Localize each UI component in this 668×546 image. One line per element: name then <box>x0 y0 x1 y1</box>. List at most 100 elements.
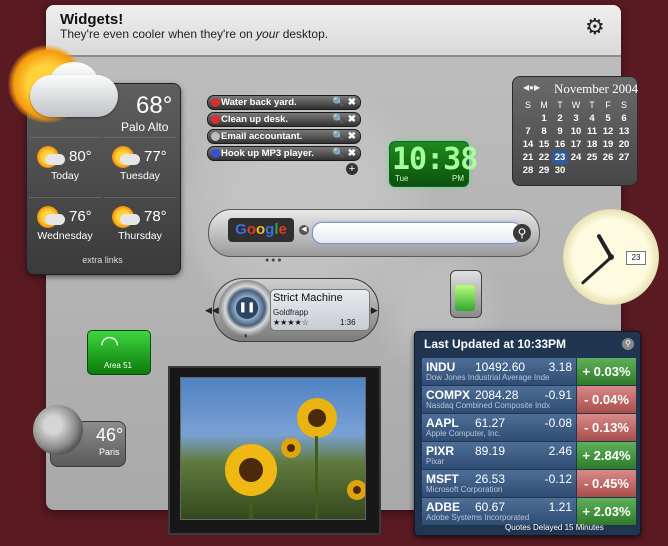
search-options-arrow[interactable]: ◀ <box>299 225 309 235</box>
calendar-day[interactable]: 24 <box>568 151 584 164</box>
stock-percent[interactable]: + 0.03% <box>577 358 636 385</box>
stock-row[interactable]: AAPL 61.27 -0.08 Apple Computer, Inc. - 0.13… <box>422 414 636 441</box>
calendar-day[interactable]: 26 <box>600 151 616 164</box>
todo-controls[interactable]: 🔍 ✖ <box>332 147 356 160</box>
stock-company: Apple Computer, Inc. <box>426 429 501 438</box>
stock-price: 10492.60 <box>475 360 526 374</box>
minute-hand <box>580 255 613 285</box>
calendar-day[interactable]: 29 <box>536 164 552 177</box>
todo-controls[interactable]: 🔍 ✖ <box>332 130 356 143</box>
calendar-day[interactable]: 7 <box>520 125 536 138</box>
search-icon[interactable]: ⚲ <box>622 338 634 350</box>
cloud-icon <box>30 75 118 117</box>
calendar-day[interactable]: 22 <box>536 151 552 164</box>
calendar-day[interactable]: 3 <box>568 112 584 125</box>
calendar-day[interactable]: 4 <box>584 112 600 125</box>
forecast-temp: 80° <box>69 148 92 165</box>
stock-row[interactable]: INDU 10492.60 3.18 Dow Jones Industrial Ave… <box>422 358 636 385</box>
stock-change: 3.18 <box>548 360 572 374</box>
calendar-day[interactable]: 23 <box>552 151 568 164</box>
calendar-day <box>616 164 632 177</box>
priority-dot <box>211 115 220 124</box>
calendar-day[interactable]: 21 <box>520 151 536 164</box>
priority-dot <box>211 149 220 158</box>
page-title: Widgets! <box>60 11 124 28</box>
calendar-day[interactable]: 28 <box>520 164 536 177</box>
todo-item[interactable]: Water back yard. 🔍 ✖ <box>207 95 361 110</box>
weekday-label: S <box>524 100 531 110</box>
gear-icon[interactable]: ⚙ <box>585 16 605 38</box>
track-rating[interactable]: ★★★★☆ <box>273 318 309 327</box>
calendar-day <box>568 164 584 177</box>
weekday-label: W <box>571 100 581 110</box>
calendar-day[interactable]: 16 <box>552 138 568 151</box>
volume-knob-icon[interactable]: ◐ <box>244 331 249 340</box>
calendar-day[interactable]: 20 <box>616 138 632 151</box>
subtitle-text-end: desktop. <box>279 27 329 41</box>
extra-links-link[interactable]: extra links <box>26 255 179 265</box>
forecast-day: 78° Thursday <box>104 197 176 256</box>
calendar-day[interactable]: 9 <box>552 125 568 138</box>
previous-track-button[interactable]: ◀◀ <box>205 305 219 316</box>
calendar-week-row: 14 15 16 17 18 19 20 <box>520 138 632 151</box>
weekday-label: F <box>605 100 611 110</box>
calendar-day[interactable]: 12 <box>600 125 616 138</box>
mini-weather-temp: 46° <box>96 425 124 445</box>
clock-date: 23 <box>626 251 646 265</box>
calendar-day[interactable]: 11 <box>584 125 600 138</box>
calendar-day[interactable]: 10 <box>568 125 584 138</box>
priority-dot <box>211 98 220 107</box>
calendar-day[interactable]: 27 <box>616 151 632 164</box>
calendar-day[interactable]: 18 <box>584 138 600 151</box>
stock-change: -0.91 <box>544 388 572 402</box>
calendar-grid: S M T W T F S 1 2 3 4 5 6 7 8 9 10 11 12 13 14 15 16 17 18 19 20 21… <box>520 99 632 177</box>
weekday-label: S <box>620 100 627 110</box>
stock-row[interactable]: MSFT 26.53 -0.12 Microsoft Corporation - 0.4… <box>422 470 636 497</box>
digital-clock-time: 10:38 <box>392 142 478 177</box>
stock-percent[interactable]: + 2.03% <box>577 498 636 525</box>
calendar-day[interactable]: 19 <box>600 138 616 151</box>
calendar-day[interactable]: 15 <box>536 138 552 151</box>
todo-controls[interactable]: 🔍 ✖ <box>332 113 356 126</box>
stock-percent[interactable]: - 0.04% <box>577 386 636 413</box>
month-nav-arrows[interactable]: ◀●▶ <box>523 83 540 92</box>
stock-percent[interactable]: - 0.13% <box>577 414 636 441</box>
forecast-temp: 77° <box>144 148 167 165</box>
forecast-day-name: Wednesday <box>37 230 93 242</box>
stock-price: 60.67 <box>475 500 506 514</box>
calendar-day[interactable]: 30 <box>552 164 568 177</box>
calendar-day[interactable]: 8 <box>536 125 552 138</box>
pause-button[interactable]: ❚❚ <box>236 297 258 319</box>
calendar-day[interactable]: 14 <box>520 138 536 151</box>
stock-percent[interactable]: - 0.45% <box>577 470 636 497</box>
subtitle-text: They're even cooler when they're on <box>60 27 257 41</box>
todo-item[interactable]: Clean up desk. 🔍 ✖ <box>207 112 361 127</box>
stock-company: Nasdaq Combined Composite Indx <box>426 401 551 410</box>
calendar-day[interactable]: 25 <box>584 151 600 164</box>
google-search-input[interactable] <box>312 222 522 244</box>
calendar-day[interactable]: 17 <box>568 138 584 151</box>
network-name: Area 51 <box>103 361 133 370</box>
stock-row[interactable]: ADBE 60.67 1.21 Adobe Systems Incorporated +… <box>422 498 636 525</box>
stock-row[interactable]: PIXR 89.19 2.46 Pixar + 2.84% <box>422 442 636 469</box>
stock-percent[interactable]: + 2.84% <box>577 442 636 469</box>
current-temperature: 68° <box>136 92 173 119</box>
todo-item[interactable]: Hook up MP3 player. 🔍 ✖ <box>207 146 361 161</box>
todo-text: Email accountant. <box>221 131 303 142</box>
add-todo-button[interactable]: + <box>346 163 358 175</box>
stock-row[interactable]: COMPX 2084.28 -0.91 Nasdaq Combined Composi… <box>422 386 636 413</box>
calendar-day[interactable]: 6 <box>616 112 632 125</box>
calendar-day[interactable]: 5 <box>600 112 616 125</box>
todo-item[interactable]: Email accountant. 🔍 ✖ <box>207 129 361 144</box>
mini-weather-city: Paris <box>99 447 120 457</box>
calendar-day[interactable]: 2 <box>552 112 568 125</box>
todo-controls[interactable]: 🔍 ✖ <box>332 96 356 109</box>
weekday-label: M <box>540 100 548 110</box>
weather-city: Palo Alto <box>121 120 169 134</box>
forecast-day: 80° Today <box>29 137 101 196</box>
calendar-day[interactable]: 13 <box>616 125 632 138</box>
calendar-day[interactable]: 1 <box>536 112 552 125</box>
calendar-day <box>520 112 536 125</box>
stock-symbol: PIXR <box>426 444 455 458</box>
search-icon[interactable]: ⚲ <box>513 224 531 242</box>
